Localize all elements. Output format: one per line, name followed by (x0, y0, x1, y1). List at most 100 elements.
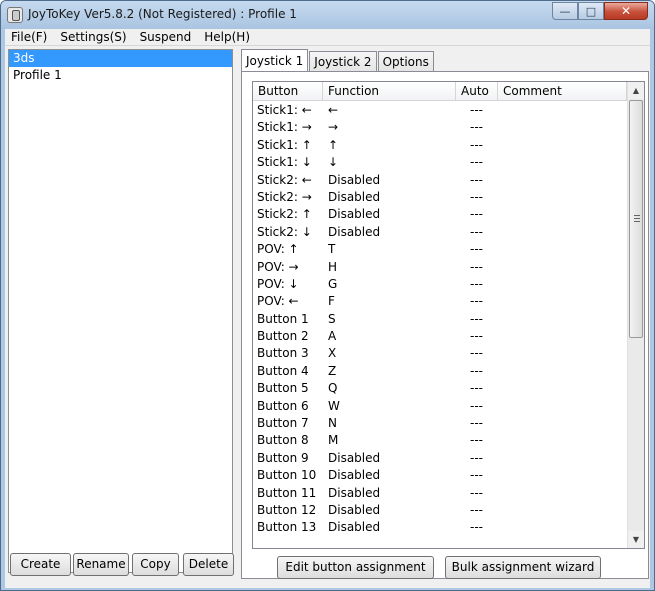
cell-function: Z (328, 363, 337, 378)
cell-button: POV: ← (257, 294, 299, 309)
tab-joystick-1[interactable]: Joystick 1 (241, 49, 309, 73)
cell-auto: --- (470, 155, 483, 170)
bulk-assignment-wizard-button[interactable]: Bulk assignment wizard (445, 556, 601, 579)
scroll-down-icon[interactable]: ▼ (628, 531, 644, 548)
column-header-function[interactable]: Function (323, 82, 456, 101)
table-row[interactable]: Button 9 Disabled --- (253, 450, 627, 467)
cell-function: Disabled (328, 520, 381, 535)
table-row[interactable]: Button 1 S --- (253, 311, 627, 328)
table-row[interactable]: Button 6 W --- (253, 398, 627, 415)
cell-button: Button 5 (257, 381, 309, 396)
cell-function: Disabled (328, 485, 381, 500)
cell-auto: --- (470, 433, 483, 448)
create-button[interactable]: Create (10, 553, 71, 576)
joystick-app-icon (7, 7, 23, 23)
client-area: File(F) Settings(S) Suspend Help(H) 3ds … (5, 29, 650, 588)
cell-auto: --- (470, 276, 483, 291)
table-row[interactable]: Button 11 Disabled --- (253, 485, 627, 502)
table-row[interactable]: Stick2: ↓ Disabled --- (253, 224, 627, 241)
profile-list[interactable]: 3ds Profile 1 (8, 49, 233, 573)
table-row[interactable]: Button 12 Disabled --- (253, 502, 627, 519)
list-header: Button Function Auto Comment (253, 82, 627, 101)
maximize-button[interactable]: □ (578, 2, 604, 20)
window-title: JoyToKey Ver5.8.2 (Not Registered) : Pro… (28, 7, 297, 21)
button-assignment-list[interactable]: Button Function Auto Comment Stick1: ← ← -… (252, 81, 645, 549)
table-row[interactable]: POV: ↓ G --- (253, 276, 627, 293)
scroll-up-icon[interactable]: ▲ (628, 82, 644, 99)
profile-item-profile-1[interactable]: Profile 1 (9, 67, 232, 84)
table-row[interactable]: Stick2: ← Disabled --- (253, 172, 627, 189)
table-row[interactable]: Button 7 N --- (253, 415, 627, 432)
minimize-button[interactable]: — (552, 2, 578, 20)
cell-button: POV: ↑ (257, 242, 299, 257)
cell-function: → (328, 120, 339, 135)
menu-help[interactable]: Help(H) (198, 29, 257, 45)
cell-auto: --- (470, 259, 483, 274)
cell-comment (498, 485, 627, 502)
cell-button: Button 11 (257, 485, 317, 500)
cell-comment (498, 450, 627, 467)
table-row[interactable]: Stick1: ↓ ↓ --- (253, 154, 627, 171)
cell-auto: --- (470, 172, 483, 187)
profile-item-3ds[interactable]: 3ds (9, 50, 232, 67)
table-row[interactable]: Button 5 Q --- (253, 380, 627, 397)
app-window: JoyToKey Ver5.8.2 (Not Registered) : Pro… (0, 0, 655, 591)
cell-auto: --- (470, 450, 483, 465)
title-bar[interactable]: JoyToKey Ver5.8.2 (Not Registered) : Pro… (1, 1, 654, 29)
tab-joystick-2[interactable]: Joystick 2 (309, 51, 377, 73)
cell-auto: --- (470, 381, 483, 396)
cell-comment (498, 432, 627, 449)
tab-options[interactable]: Options (377, 51, 434, 73)
cell-comment (498, 345, 627, 362)
table-row[interactable]: Button 3 X --- (253, 345, 627, 362)
cell-comment (498, 415, 627, 432)
table-row[interactable]: Button 4 Z --- (253, 363, 627, 380)
table-row[interactable]: Stick1: ← ← --- (253, 102, 627, 119)
column-header-auto[interactable]: Auto (456, 82, 498, 101)
table-row[interactable]: Stick1: → → --- (253, 119, 627, 136)
cell-button: POV: ↓ (257, 276, 299, 291)
column-header-comment[interactable]: Comment (498, 82, 627, 101)
menu-file[interactable]: File(F) (5, 29, 54, 45)
cell-button: Stick2: ↑ (257, 207, 312, 222)
table-row[interactable]: Button 8 M --- (253, 432, 627, 449)
rename-button[interactable]: Rename (73, 553, 129, 576)
tab-strip: Joystick 1 Joystick 2 Options (241, 49, 435, 73)
vertical-scrollbar[interactable]: ▲ ▼ (627, 82, 644, 548)
cell-button: Stick1: → (257, 120, 312, 135)
table-row[interactable]: Stick2: → Disabled --- (253, 189, 627, 206)
table-row[interactable]: POV: ← F --- (253, 293, 627, 310)
cell-function: F (328, 294, 335, 309)
table-row[interactable]: Stick1: ↑ ↑ --- (253, 137, 627, 154)
table-row[interactable]: Button 10 Disabled --- (253, 467, 627, 484)
cell-comment (498, 259, 627, 276)
cell-auto: --- (470, 294, 483, 309)
edit-button-assignment-button[interactable]: Edit button assignment (277, 556, 434, 579)
table-row[interactable]: POV: → H --- (253, 259, 627, 276)
cell-button: Stick1: ← (257, 103, 312, 117)
cell-comment (498, 328, 627, 345)
menu-settings[interactable]: Settings(S) (54, 29, 133, 45)
cell-auto: --- (470, 103, 483, 117)
copy-button[interactable]: Copy (132, 553, 179, 576)
cell-function: X (328, 346, 337, 361)
cell-function: Disabled (328, 172, 381, 187)
table-row[interactable]: Stick2: ↑ Disabled --- (253, 206, 627, 223)
menu-suspend[interactable]: Suspend (134, 29, 199, 45)
cell-auto: --- (470, 311, 483, 326)
table-row[interactable]: Button 13 Disabled --- (253, 519, 627, 536)
list-body: Stick1: ← ← --- Stick1: → → --- Stick1: ↑ ↑ --- S… (253, 102, 627, 548)
cell-function: Disabled (328, 450, 381, 465)
cell-auto: --- (470, 502, 483, 517)
column-header-button[interactable]: Button (253, 82, 323, 101)
cell-button: Button 3 (257, 346, 309, 361)
delete-button[interactable]: Delete (183, 553, 234, 576)
close-button[interactable]: ✕ (604, 2, 648, 20)
cell-button: Stick1: ↑ (257, 137, 312, 152)
cell-comment (498, 467, 627, 484)
cell-function: Q (328, 381, 338, 396)
scroll-thumb[interactable] (629, 100, 643, 338)
table-row[interactable]: POV: ↑ T --- (253, 241, 627, 258)
table-row[interactable]: Button 2 A --- (253, 328, 627, 345)
cell-comment (498, 311, 627, 328)
